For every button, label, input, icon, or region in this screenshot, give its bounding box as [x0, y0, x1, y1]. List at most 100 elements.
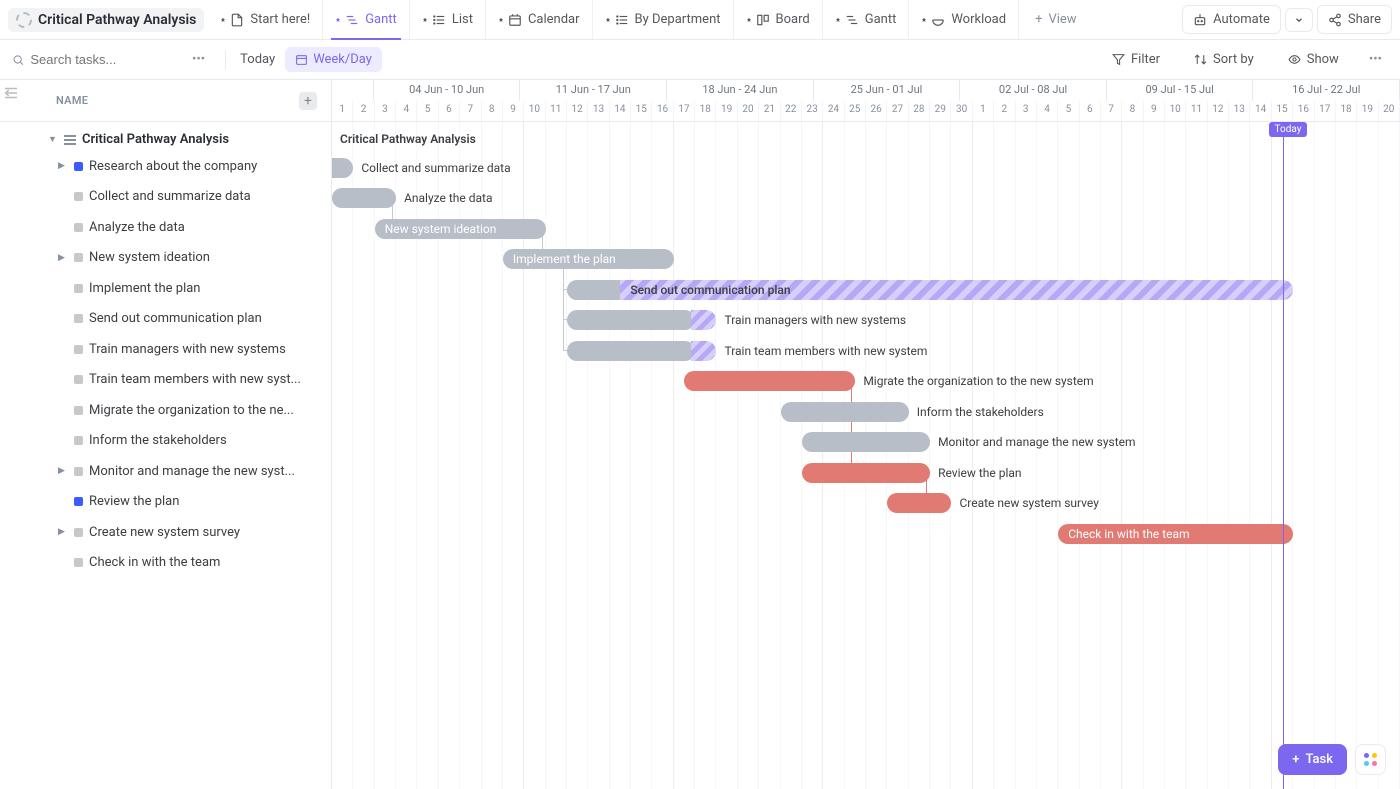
task-row[interactable]: ▶Send out communication plan [0, 304, 331, 335]
day-header: 3 [375, 101, 396, 122]
project-title: Critical Pathway Analysis [38, 12, 196, 28]
task-row[interactable]: ▶Monitor and manage the new syst... [0, 456, 331, 487]
gantt-bar[interactable] [332, 158, 353, 178]
day-header: 4 [396, 101, 417, 122]
gantt-bar-label: Inform the stakeholders [917, 402, 1044, 422]
sidebar-header: NAME + [0, 80, 331, 122]
toolbar-more-icon[interactable]: ••• [1363, 52, 1388, 67]
gantt-bar[interactable]: New system ideation [375, 219, 546, 239]
task-row[interactable]: ▶Analyze the data [0, 212, 331, 243]
search-input[interactable] [30, 52, 172, 67]
list-icon [432, 13, 446, 27]
gantt-bar[interactable]: Check in with the team [1058, 524, 1293, 544]
day-header: 21 [759, 101, 780, 122]
view-tab-calendar[interactable]: Calendar [486, 0, 593, 39]
day-header: 14 [1250, 101, 1271, 122]
share-button[interactable]: Share [1317, 5, 1392, 34]
toolbar: ••• Today Week/Day Filter Sort by Show •… [0, 40, 1400, 80]
gantt-bar[interactable] [567, 310, 695, 330]
filter-button[interactable]: Filter [1102, 46, 1170, 73]
gantt-bar[interactable] [802, 432, 930, 452]
task-row[interactable]: ▶ Research about the company [0, 151, 331, 182]
task-name: Monitor and manage the new syst... [89, 464, 295, 479]
gantt-row: Create new system survey [332, 488, 1400, 519]
gantt-bar[interactable] [781, 402, 909, 422]
gantt-icon [345, 13, 359, 27]
task-row[interactable]: ▶Check in with the team [0, 548, 331, 579]
gantt-bar[interactable] [332, 188, 396, 208]
automate-dropdown[interactable] [1285, 8, 1313, 32]
automate-button[interactable]: Automate [1182, 5, 1281, 34]
gantt-bar[interactable]: Implement the plan [503, 249, 674, 269]
search-icon [12, 53, 24, 67]
add-column-button[interactable]: + [299, 92, 317, 110]
task-row[interactable]: ▶Train team members with new syst... [0, 365, 331, 396]
gantt-bar[interactable] [887, 493, 951, 513]
search-more-icon[interactable]: ••• [186, 52, 211, 67]
search[interactable] [12, 52, 172, 67]
gantt[interactable]: 04 Jun - 10 Jun11 Jun - 17 Jun18 Jun - 2… [332, 80, 1400, 789]
day-header: 18 [695, 101, 716, 122]
view-tab-list[interactable]: List [410, 0, 486, 39]
collapse-sidebar-icon[interactable] [2, 84, 20, 102]
gantt-bar-label: Collect and summarize data [361, 158, 510, 178]
task-row[interactable]: ▶Review the plan [0, 487, 331, 518]
day-header: 17 [1315, 101, 1336, 122]
task-name: Create new system survey [89, 525, 240, 540]
range-button[interactable]: Week/Day [285, 47, 382, 72]
new-task-button[interactable]: + Task [1278, 744, 1347, 775]
add-view-button[interactable]: + View [1023, 0, 1089, 39]
day-header: 5 [1058, 101, 1079, 122]
gantt-bar[interactable] [802, 463, 930, 483]
day-header: 30 [951, 101, 972, 122]
task-name: Collect and summarize data [89, 189, 251, 204]
task-row[interactable]: ▶Migrate the organization to the ne... [0, 395, 331, 426]
project-button[interactable]: Critical Pathway Analysis [8, 8, 204, 32]
gantt-row: Migrate the organization to the new syst… [332, 366, 1400, 397]
priority-icon [74, 253, 83, 262]
priority-icon [74, 284, 83, 293]
day-header: 7 [1101, 101, 1122, 122]
task-row[interactable]: ▶Implement the plan [0, 273, 331, 304]
day-header: 6 [439, 101, 460, 122]
view-tab-board[interactable]: Board [734, 0, 823, 39]
sortby-button[interactable]: Sort by [1184, 46, 1264, 73]
task-name: Analyze the data [89, 220, 185, 235]
view-tab-gantt[interactable]: Gantt [823, 0, 910, 39]
header: Critical Pathway Analysis Start here!Gan… [0, 0, 1400, 40]
task-row[interactable]: ▶Inform the stakeholders [0, 426, 331, 457]
day-header: 1 [973, 101, 994, 122]
task-row[interactable]: ▶Train managers with new systems [0, 334, 331, 365]
robot-icon [1193, 13, 1207, 27]
task-row[interactable]: ▶New system ideation [0, 243, 331, 274]
apps-button[interactable] [1355, 744, 1386, 775]
task-name: Research about the company [89, 159, 257, 174]
gantt-row: Implement the plan [332, 244, 1400, 275]
task-group[interactable]: ▼ Critical Pathway Analysis [0, 128, 331, 151]
day-header: 15 [1272, 101, 1293, 122]
caret-right-icon: ▶ [58, 161, 68, 171]
gantt-bar[interactable] [684, 371, 855, 391]
task-name: Implement the plan [89, 281, 200, 296]
today-button[interactable]: Today [240, 52, 275, 67]
view-tab-start-here-[interactable]: Start here! [208, 0, 323, 39]
task-row[interactable]: ▶Collect and summarize data [0, 182, 331, 213]
name-column-header[interactable]: NAME [56, 94, 88, 107]
sidebar: NAME + ▼ Critical Pathway Analysis ▶ Rese… [0, 80, 332, 789]
view-tab-gantt[interactable]: Gantt [323, 0, 410, 39]
view-tabs: Start here!GanttListCalendarBy Departmen… [208, 0, 1019, 39]
task-tree: ▼ Critical Pathway Analysis ▶ Research ab… [0, 122, 331, 789]
view-tab-by-department[interactable]: By Department [593, 0, 734, 39]
view-tab-workload[interactable]: Workload [909, 0, 1019, 39]
gantt-body[interactable]: Today Critical Pathway Analysis Collect … [332, 122, 1400, 789]
day-header: 6 [1080, 101, 1101, 122]
gantt-bar[interactable]: Send out communication plan [567, 280, 1293, 300]
gantt-row: Review the plan [332, 458, 1400, 489]
task-row[interactable]: ▶Create new system survey [0, 517, 331, 548]
gantt-bar[interactable] [567, 341, 695, 361]
gantt-bar-cap[interactable] [567, 280, 620, 300]
day-header: 10 [1165, 101, 1186, 122]
eye-icon [1288, 53, 1301, 66]
show-button[interactable]: Show [1278, 46, 1349, 73]
task-name: Check in with the team [89, 555, 220, 570]
